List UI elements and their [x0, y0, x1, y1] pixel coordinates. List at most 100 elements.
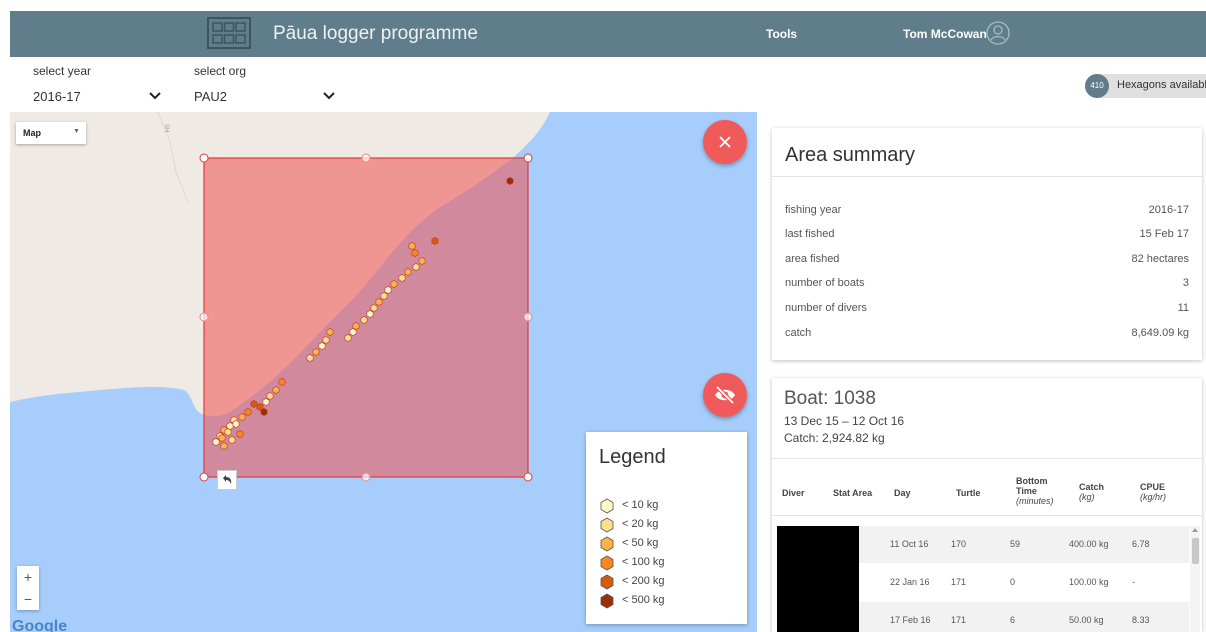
hexagon-icon — [600, 536, 614, 552]
map-type-label: Map — [23, 128, 41, 138]
summary-row: number of divers 11 — [785, 302, 1189, 320]
catch-hexagon[interactable] — [322, 336, 330, 344]
summary-row: number of boats 3 — [785, 277, 1189, 295]
chevron-down-icon[interactable] — [149, 92, 161, 100]
map-type-control[interactable]: Map ▼ — [16, 122, 86, 144]
summary-row: fishing year 2016-17 — [785, 204, 1189, 222]
cell-bottom-time: 59 — [1010, 539, 1021, 549]
catch-hexagon[interactable] — [236, 430, 244, 438]
catch-hexagon[interactable] — [244, 408, 252, 416]
hexagon-icon — [600, 555, 614, 571]
column-header-bottom-time[interactable]: Bottom Time (minutes) — [1016, 476, 1054, 506]
catch-header-unit: (kg) — [1079, 492, 1095, 502]
legend-title: Legend — [599, 446, 666, 468]
column-header-cpue[interactable]: CPUE (kg/hr) — [1140, 482, 1166, 502]
cell-bottom-time: 0 — [1010, 577, 1016, 587]
year-select-value[interactable]: 2016-17 — [33, 89, 81, 104]
catch-hexagon[interactable] — [212, 438, 220, 446]
catch-hexagon[interactable] — [390, 280, 398, 288]
catch-hexagon[interactable] — [306, 354, 314, 362]
catch-hexagon[interactable] — [375, 298, 383, 306]
hexagons-available-chip[interactable]: 410 Hexagons available — [1085, 74, 1206, 98]
catch-hexagon[interactable] — [418, 257, 426, 265]
catch-hexagon[interactable] — [506, 177, 514, 185]
catch-hexagon[interactable] — [408, 242, 416, 250]
zoom-out-button[interactable]: − — [17, 588, 39, 610]
catch-hexagon[interactable] — [398, 274, 406, 282]
org-select-value[interactable]: PAU2 — [194, 89, 227, 104]
area-summary-title: Area summary — [785, 144, 916, 166]
org-select[interactable]: select org PAU2 — [194, 64, 338, 104]
catch-hexagon[interactable] — [412, 263, 420, 271]
cell-turtle: 171 — [951, 615, 967, 625]
table-scrollbar[interactable] — [1190, 526, 1200, 632]
catch-hexagon[interactable] — [278, 378, 286, 386]
summary-value: 3 — [1182, 277, 1189, 289]
scroll-up-icon[interactable] — [1192, 528, 1198, 532]
catch-hexagon[interactable] — [384, 286, 392, 294]
catch-hexagon[interactable] — [326, 328, 334, 336]
zoom-control[interactable]: + − — [17, 566, 39, 610]
hexagons-label: Hexagons available — [1117, 79, 1206, 91]
column-header-turtle[interactable]: Turtle — [956, 488, 980, 498]
legend-item-label: < 10 kg — [622, 499, 659, 511]
tools-menu[interactable]: Tools — [766, 27, 797, 41]
cpue-header-unit: (kg/hr) — [1140, 492, 1167, 502]
catch-hexagon[interactable] — [220, 442, 228, 450]
catch-header-label: Catch — [1079, 482, 1105, 492]
catch-hexagon[interactable] — [431, 237, 439, 245]
cell-day: 11 Oct 16 — [890, 539, 929, 549]
user-name[interactable]: Tom McCowan — [903, 27, 987, 41]
catch-hexagon[interactable] — [352, 322, 360, 330]
map-view[interactable]: SH Map ▼ + − Google Legend < 10 kg < 20 … — [10, 112, 757, 632]
chevron-down-icon[interactable] — [323, 92, 335, 100]
column-header-stat-area[interactable]: Stat Area — [833, 488, 872, 498]
column-header-diver[interactable]: Diver — [782, 488, 805, 498]
catch-hexagon[interactable] — [238, 413, 246, 421]
zoom-in-button[interactable]: + — [17, 566, 39, 588]
close-icon — [719, 136, 731, 148]
summary-row: area fished 82 hectares — [785, 253, 1189, 271]
cell-catch: 100.00 kg — [1069, 577, 1109, 587]
account-icon[interactable] — [986, 21, 1010, 45]
year-select[interactable]: select year 2016-17 — [33, 64, 163, 104]
catch-hexagon[interactable] — [360, 316, 368, 324]
catch-hexagon[interactable] — [228, 436, 236, 444]
catch-hexagon[interactable] — [262, 398, 270, 406]
catch-hexagon[interactable] — [380, 292, 388, 300]
catch-hexagon[interactable] — [218, 434, 226, 442]
catch-hexagon[interactable] — [404, 268, 412, 276]
catch-hexagon[interactable] — [349, 328, 357, 336]
google-logo: Google — [12, 618, 68, 632]
summary-row: last fished 15 Feb 17 — [785, 228, 1189, 246]
clear-selection-button[interactable] — [703, 120, 747, 164]
boat-catch-total: Catch: 2,924.82 kg — [784, 431, 885, 445]
catch-hexagon[interactable] — [366, 310, 374, 318]
column-header-day[interactable]: Day — [894, 488, 911, 498]
catch-hexagon[interactable] — [344, 334, 352, 342]
catch-hexagon[interactable] — [224, 428, 232, 436]
catch-hexagon[interactable] — [411, 249, 419, 257]
cell-cpue: 8.33 — [1132, 615, 1150, 625]
toggle-visibility-button[interactable] — [703, 373, 747, 417]
catch-hexagon[interactable] — [318, 342, 326, 350]
svg-text:SH: SH — [163, 124, 169, 132]
summary-label: number of divers — [785, 302, 867, 314]
catch-hexagon[interactable] — [312, 348, 320, 356]
column-header-catch[interactable]: Catch (kg) — [1079, 482, 1104, 502]
catch-hexagon[interactable] — [250, 400, 258, 408]
catch-hexagon[interactable] — [266, 392, 274, 400]
scrollbar-thumb[interactable] — [1192, 538, 1199, 564]
logo-icon — [207, 17, 251, 49]
summary-value: 11 — [1177, 302, 1189, 314]
cpue-header-label: CPUE — [1140, 482, 1166, 492]
catch-hexagon[interactable] — [260, 408, 268, 416]
legend-item-label: < 20 kg — [622, 518, 659, 530]
undo-button[interactable] — [217, 470, 237, 490]
summary-value: 82 hectares — [1131, 253, 1189, 265]
cell-cpue: - — [1132, 577, 1135, 587]
catch-hexagon[interactable] — [232, 420, 240, 428]
catch-hexagon[interactable] — [272, 386, 280, 394]
catch-hexagon[interactable] — [370, 304, 378, 312]
cell-catch: 50.00 kg — [1069, 615, 1104, 625]
